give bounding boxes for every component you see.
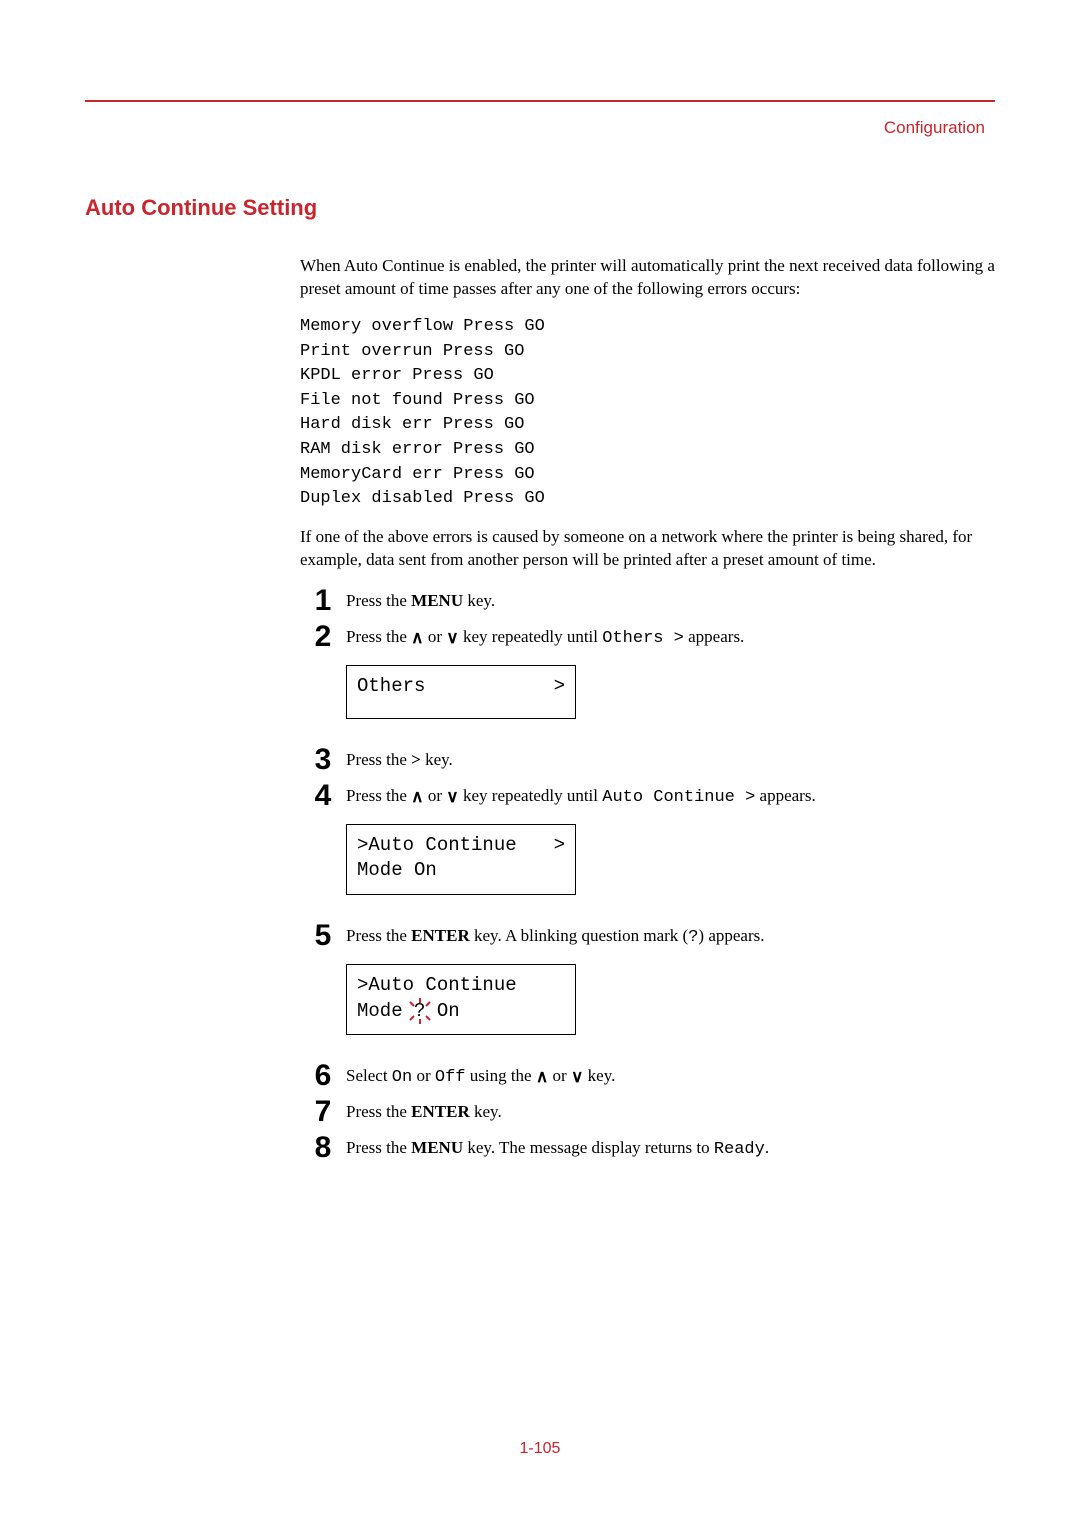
text: . [765, 1138, 769, 1157]
lcd-display-blink: >Auto Continue Mode ? On [346, 964, 576, 1035]
step-body: Press the MENU key. The message display … [346, 1133, 995, 1162]
menu-key-label: MENU [411, 1138, 463, 1157]
display-l2-post: On [425, 1000, 459, 1022]
step-number: 6 [300, 1061, 346, 1091]
page-content: Auto Continue Setting When Auto Continue… [85, 195, 995, 1169]
text: Press the [346, 591, 411, 610]
step-body: Select On or Off using the ∧ or ∨ key. [346, 1061, 995, 1090]
display-text-line1: >Auto Continue [357, 973, 565, 999]
step-2: 2 Press the ∧ or ∨ key repeatedly until … [300, 622, 995, 739]
code-text: ? [688, 928, 698, 947]
text: key. The message display returns to [463, 1138, 714, 1157]
up-arrow-icon: ∧ [411, 627, 423, 650]
step-number: 5 [300, 921, 346, 951]
up-arrow-icon: ∧ [536, 1066, 548, 1089]
step-number: 2 [300, 622, 346, 652]
step-body: Press the MENU key. [346, 586, 995, 613]
down-arrow-icon: ∨ [446, 627, 458, 650]
text: Select [346, 1066, 392, 1085]
running-header: Configuration [884, 118, 985, 138]
text: or [548, 1066, 571, 1085]
step-body: Press the ∧ or ∨ key repeatedly until Au… [346, 781, 995, 915]
blink-question-mark: ? [414, 999, 425, 1025]
text: key. [463, 591, 495, 610]
step-number: 4 [300, 781, 346, 811]
enter-key-label: ENTER [411, 1102, 470, 1121]
step-body: Press the ENTER key. A blinking question… [346, 921, 995, 1055]
steps-list: 1 Press the MENU key. 2 Press the ∧ or ∨… [300, 586, 995, 1163]
text: ) appears. [698, 926, 764, 945]
display-text-right: > [554, 833, 565, 859]
code-text: Off [435, 1068, 466, 1087]
text: key. A blinking question mark ( [470, 926, 688, 945]
step-6: 6 Select On or Off using the ∧ or ∨ key. [300, 1061, 995, 1091]
text: key repeatedly until [459, 786, 603, 805]
code-text: Ready [714, 1140, 765, 1159]
down-arrow-icon: ∨ [571, 1066, 583, 1089]
step-body: Press the ENTER key. [346, 1097, 995, 1124]
intro-paragraph: When Auto Continue is enabled, the print… [300, 255, 995, 301]
note-paragraph: If one of the above errors is caused by … [300, 526, 995, 572]
display-l2-pre: Mode [357, 1000, 414, 1022]
code-text: Auto Continue > [602, 788, 755, 807]
text: appears. [755, 786, 815, 805]
display-text-left: >Auto Continue [357, 833, 517, 859]
step-number: 7 [300, 1097, 346, 1127]
text: Press the [346, 786, 411, 805]
lcd-display-auto-continue: >Auto Continue > Mode On [346, 824, 576, 895]
step-number: 3 [300, 745, 346, 775]
text: key. [421, 750, 453, 769]
step-7: 7 Press the ENTER key. [300, 1097, 995, 1127]
text: Press the [346, 1138, 411, 1157]
text: Press the [346, 627, 411, 646]
step-1: 1 Press the MENU key. [300, 586, 995, 616]
step-body: Press the ∧ or ∨ key repeatedly until Ot… [346, 622, 995, 739]
code-text: Others > [602, 629, 684, 648]
text: using the [465, 1066, 535, 1085]
display-text-line2: Mode On [357, 858, 565, 884]
text: Press the [346, 1102, 411, 1121]
step-8: 8 Press the MENU key. The message displa… [300, 1133, 995, 1163]
enter-key-label: ENTER [411, 926, 470, 945]
step-number: 1 [300, 586, 346, 616]
display-text-left: Others [357, 674, 425, 700]
text: Press the [346, 926, 411, 945]
text: key. [470, 1102, 502, 1121]
text: Press the [346, 750, 411, 769]
display-text-line2: Mode ? On [357, 999, 565, 1025]
down-arrow-icon: ∨ [446, 786, 458, 809]
step-body: Press the > key. [346, 745, 995, 772]
body-block: When Auto Continue is enabled, the print… [300, 255, 995, 1163]
menu-key-label: MENU [411, 591, 463, 610]
page-number: 1-105 [0, 1440, 1080, 1458]
text: appears. [684, 627, 744, 646]
step-number: 8 [300, 1133, 346, 1163]
text: or [412, 1066, 435, 1085]
right-key-label: > [411, 750, 421, 769]
text: key. [583, 1066, 615, 1085]
display-text-right: > [554, 674, 565, 700]
text: or [424, 627, 447, 646]
question-mark: ? [414, 1000, 425, 1022]
step-5: 5 Press the ENTER key. A blinking questi… [300, 921, 995, 1055]
step-4: 4 Press the ∧ or ∨ key repeatedly until … [300, 781, 995, 915]
code-text: On [392, 1068, 412, 1087]
error-list: Memory overflow Press GO Print overrun P… [300, 315, 995, 512]
text: key repeatedly until [459, 627, 603, 646]
section-heading: Auto Continue Setting [85, 195, 995, 221]
step-3: 3 Press the > key. [300, 745, 995, 775]
lcd-display-others: Others > [346, 665, 576, 719]
up-arrow-icon: ∧ [411, 786, 423, 809]
text: or [424, 786, 447, 805]
top-rule [85, 100, 995, 102]
